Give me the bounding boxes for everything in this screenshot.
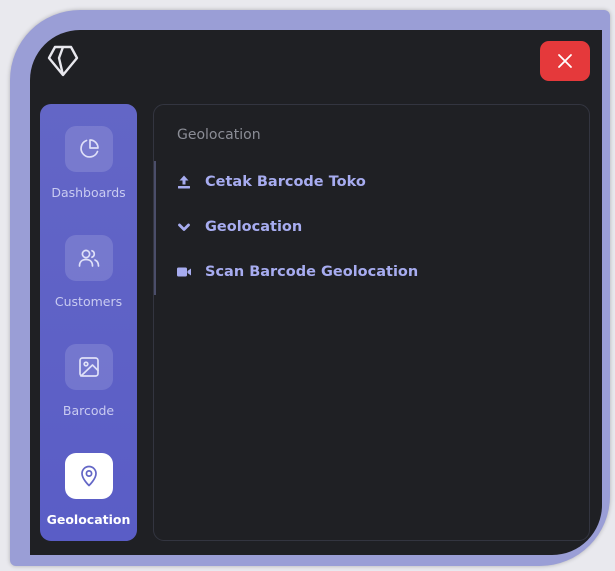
- pie-chart-icon: [64, 126, 113, 172]
- menu-item-label: Cetak Barcode Toko: [205, 174, 366, 190]
- sidebar-item-customers[interactable]: Customers: [40, 235, 137, 325]
- close-icon: [558, 54, 572, 68]
- sidebar-item-label: Dashboards: [51, 185, 126, 200]
- sidebar-item-label: Customers: [54, 294, 123, 309]
- chevron-down-icon: [176, 219, 192, 235]
- users-icon: [64, 235, 113, 281]
- image-icon: [64, 344, 113, 390]
- menu-item-cetak-barcode-toko[interactable]: Cetak Barcode Toko: [176, 171, 366, 193]
- sidebar-item-geolocation[interactable]: Geolocation: [40, 453, 137, 543]
- menu-item-geolocation[interactable]: Geolocation: [176, 216, 302, 238]
- close-button[interactable]: [540, 41, 590, 81]
- sidebar-item-label: Geolocation: [46, 512, 131, 527]
- menu-item-label: Scan Barcode Geolocation: [205, 264, 419, 280]
- diamond-logo-icon: [46, 44, 80, 78]
- app-window: Dashboards Customers Barcode Geolocation…: [30, 30, 602, 555]
- menu-item-scan-barcode-geolocation[interactable]: Scan Barcode Geolocation: [176, 261, 418, 283]
- sidebar-item-dashboards[interactable]: Dashboards: [40, 126, 137, 216]
- map-pin-icon: [64, 453, 113, 499]
- sidebar-item-barcode[interactable]: Barcode: [40, 344, 137, 434]
- menu-item-label: Geolocation: [205, 219, 303, 235]
- panel-divider: [154, 161, 156, 295]
- submenu-panel: Geolocation Cetak Barcode Toko Geolocati…: [153, 104, 590, 541]
- sidebar: Dashboards Customers Barcode Geolocation: [40, 104, 137, 541]
- video-camera-icon: [176, 264, 192, 280]
- panel-title: Geolocation: [177, 127, 261, 143]
- sidebar-item-label: Barcode: [62, 403, 115, 418]
- upload-icon: [176, 174, 192, 190]
